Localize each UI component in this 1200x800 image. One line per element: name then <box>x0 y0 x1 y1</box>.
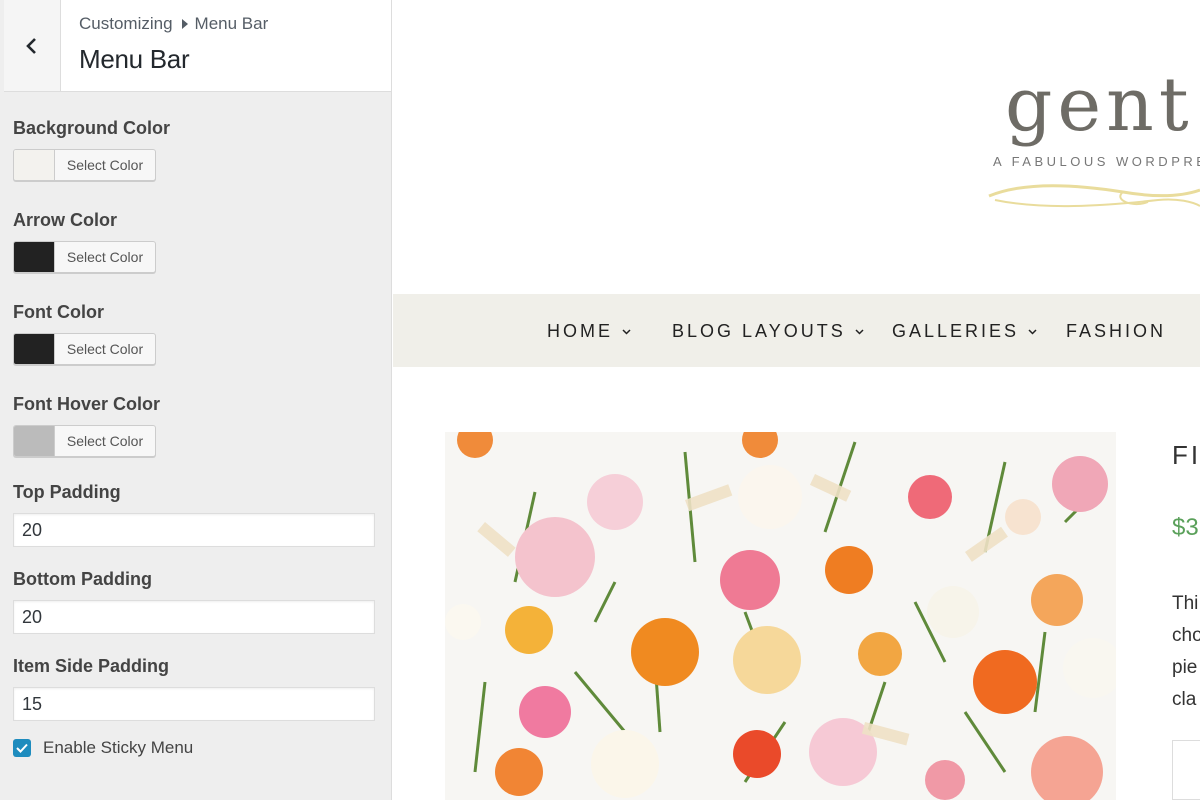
panel-title: Menu Bar <box>79 44 190 74</box>
top-padding-label: Top Padding <box>13 482 121 502</box>
description-line: Thi <box>1172 593 1199 614</box>
select-color-text: Select Color <box>66 157 144 173</box>
product-title: FI <box>1172 440 1200 470</box>
menu-item-blog-layouts[interactable]: BLOG LAYOUTS <box>672 321 864 342</box>
caret-right-icon <box>181 19 188 29</box>
menu-item-galleries[interactable]: GALLERIES <box>892 321 1037 342</box>
menu-item-fashion[interactable]: FASHION <box>1066 321 1166 342</box>
flourish-ornament-icon <box>988 184 1200 208</box>
font-hover-color-label: Font Hover Color <box>13 394 160 414</box>
font-hover-color-control: Font Hover Color Select Color <box>13 394 375 482</box>
item-side-padding-label: Item Side Padding <box>13 656 170 676</box>
checkmark-icon <box>16 743 28 753</box>
arrow-color-button[interactable]: Select Color <box>13 241 156 273</box>
description-line: pie <box>1172 657 1198 678</box>
menu-bar: HOME BLOG LAYOUTS GALLERIES FASHION <box>393 294 1200 367</box>
breadcrumb-parent: Customizing <box>79 14 173 33</box>
font-color-label: Font Color <box>13 302 104 322</box>
flowers-photo <box>445 432 1116 800</box>
controls: Background Color Select Color Arrow Colo… <box>13 118 375 758</box>
menu-item-label: FASHION <box>1066 321 1167 341</box>
top-padding-control: Top Padding <box>13 482 375 569</box>
bottom-padding-input[interactable] <box>13 600 375 634</box>
site-tagline: A FABULOUS WORDPRE <box>993 154 1200 169</box>
item-side-padding-input[interactable] <box>13 687 375 721</box>
top-padding-input[interactable] <box>13 513 375 547</box>
background-color-button[interactable]: Select Color <box>13 149 156 181</box>
product-image[interactable] <box>445 432 1116 800</box>
chevron-left-icon <box>26 37 36 54</box>
background-color-label: Background Color <box>13 118 171 138</box>
font-color-button[interactable]: Select Color <box>13 333 156 365</box>
sticky-menu-checkbox[interactable] <box>13 739 31 757</box>
arrow-color-control: Arrow Color Select Color <box>13 210 375 302</box>
bottom-padding-control: Bottom Padding <box>13 569 375 656</box>
sticky-menu-label: Enable Sticky Menu <box>43 738 194 757</box>
quantity-input[interactable] <box>1172 740 1200 800</box>
background-color-swatch <box>14 150 55 180</box>
arrow-color-label: Arrow Color <box>13 210 118 230</box>
breadcrumb: Customizing Menu Bar <box>79 14 268 34</box>
breadcrumb-current: Menu Bar <box>194 14 269 33</box>
font-color-control: Font Color Select Color <box>13 302 375 394</box>
background-color-control: Background Color Select Color <box>13 118 375 210</box>
menu-item-label: GALLERIES <box>892 321 1020 341</box>
menu-item-label: HOME <box>547 321 613 341</box>
font-color-swatch <box>14 334 55 364</box>
sticky-menu-control: Enable Sticky Menu <box>13 738 375 758</box>
site-logo[interactable]: gent <box>1005 62 1194 148</box>
back-button[interactable] <box>4 0 61 91</box>
menu-item-label: BLOG LAYOUTS <box>672 321 846 341</box>
arrow-color-swatch <box>14 242 55 272</box>
select-color-text: Select Color <box>66 433 144 449</box>
customizer-panel: Customizing Menu Bar Menu Bar Background… <box>0 0 392 800</box>
bottom-padding-label: Bottom Padding <box>13 569 152 589</box>
chevron-down-icon <box>855 329 864 335</box>
select-color-text: Select Color <box>66 341 144 357</box>
item-side-padding-control: Item Side Padding <box>13 656 375 738</box>
chevron-down-icon <box>1028 329 1037 335</box>
chevron-down-icon <box>622 329 631 335</box>
description-line: cla <box>1172 689 1197 710</box>
product-price: $3 <box>1172 514 1199 541</box>
font-hover-color-button[interactable]: Select Color <box>13 425 156 457</box>
menu-item-home[interactable]: HOME <box>547 321 631 342</box>
select-color-text: Select Color <box>66 249 144 265</box>
font-hover-color-swatch <box>14 426 55 456</box>
site-preview: gent A FABULOUS WORDPRE HOME BLOG LAYOUT… <box>393 0 1200 800</box>
description-line: cho <box>1172 625 1200 646</box>
product-description: Thi cho pie cla <box>1172 588 1200 716</box>
panel-header: Customizing Menu Bar Menu Bar <box>4 0 391 92</box>
